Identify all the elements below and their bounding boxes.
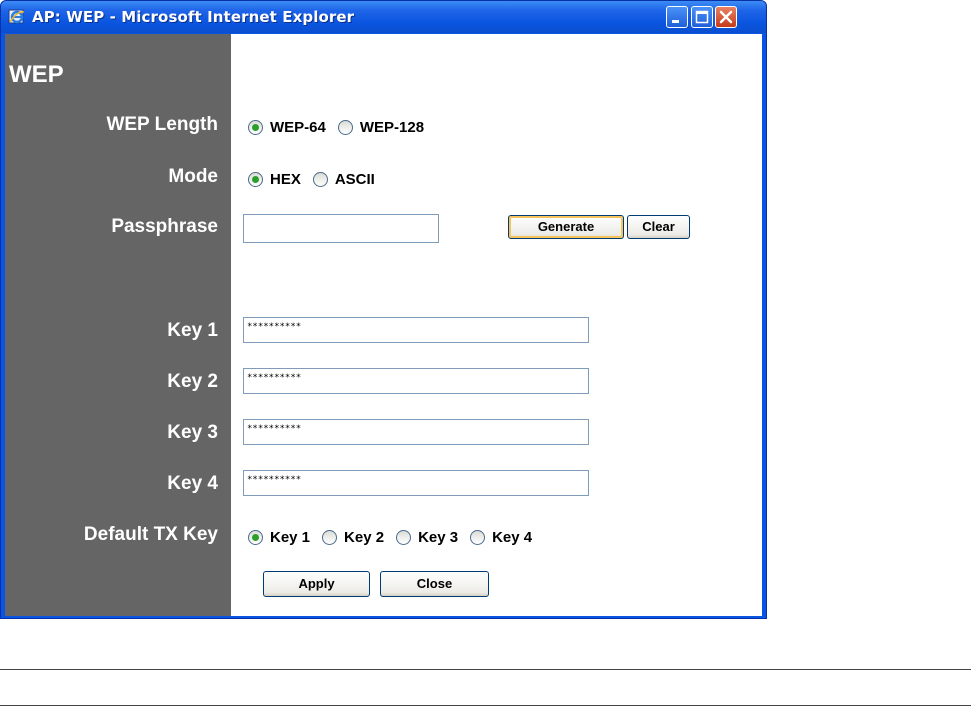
apply-button[interactable]: Apply xyxy=(263,571,370,597)
title-bar[interactable]: AP: WEP - Microsoft Internet Explorer xyxy=(1,1,766,33)
minimize-button[interactable] xyxy=(666,6,688,28)
tx-key2-label[interactable]: Key 2 xyxy=(344,529,384,546)
hex-radio[interactable] xyxy=(248,172,263,187)
tx-key1-label[interactable]: Key 1 xyxy=(270,529,310,546)
maximize-icon xyxy=(695,10,709,24)
maximize-button[interactable] xyxy=(691,6,713,28)
tx-key1-radio[interactable] xyxy=(248,530,263,545)
close-button[interactable]: Close xyxy=(380,571,489,597)
minimize-icon xyxy=(672,20,679,23)
close-window-button[interactable] xyxy=(715,6,737,28)
browser-window: AP: WEP - Microsoft Internet Explorer WE… xyxy=(0,0,767,619)
wep-length-radio-group: WEP-64 WEP-128 xyxy=(248,119,436,136)
tx-key2-radio[interactable] xyxy=(322,530,338,545)
clear-button[interactable]: Clear xyxy=(627,215,690,239)
ascii-radio[interactable] xyxy=(312,172,328,187)
tx-key4-radio[interactable] xyxy=(470,530,486,545)
divider-line xyxy=(0,669,971,670)
wep-64-radio[interactable] xyxy=(248,120,263,135)
passphrase-label: Passphrase xyxy=(111,216,218,237)
label-column: WEP WEP Length Mode Passphrase Key 1 Key… xyxy=(5,34,231,616)
mode-radio-group: HEX ASCII xyxy=(248,171,387,188)
tx-key3-radio[interactable] xyxy=(396,530,412,545)
wep-64-label[interactable]: WEP-64 xyxy=(270,119,326,136)
key4-input[interactable]: ********** xyxy=(243,470,589,496)
default-tx-key-label: Default TX Key xyxy=(83,524,218,545)
wep-128-radio[interactable] xyxy=(337,120,353,135)
tx-key4-label[interactable]: Key 4 xyxy=(492,529,532,546)
key1-label: Key 1 xyxy=(167,320,218,341)
passphrase-input[interactable] xyxy=(243,214,439,243)
window-title: AP: WEP - Microsoft Internet Explorer xyxy=(32,8,355,26)
page-content: WEP WEP Length Mode Passphrase Key 1 Key… xyxy=(5,34,762,616)
page-title: WEP xyxy=(9,61,64,88)
hex-label[interactable]: HEX xyxy=(270,171,301,188)
key1-input[interactable]: ********** xyxy=(243,317,589,343)
wep-128-label[interactable]: WEP-128 xyxy=(360,119,424,136)
wep-length-label: WEP Length xyxy=(106,114,218,135)
key2-input[interactable]: ********** xyxy=(243,368,589,394)
default-tx-key-radio-group: Key 1 Key 2 Key 3 Key 4 xyxy=(248,529,544,546)
ascii-label[interactable]: ASCII xyxy=(335,171,375,188)
generate-button[interactable]: Generate xyxy=(508,215,624,239)
internet-explorer-icon xyxy=(8,9,25,24)
mode-label: Mode xyxy=(168,166,218,187)
close-icon xyxy=(719,10,733,24)
key4-label: Key 4 xyxy=(167,473,218,494)
key2-label: Key 2 xyxy=(167,371,218,392)
key3-input[interactable]: ********** xyxy=(243,419,589,445)
tx-key3-label[interactable]: Key 3 xyxy=(418,529,458,546)
key3-label: Key 3 xyxy=(167,422,218,443)
